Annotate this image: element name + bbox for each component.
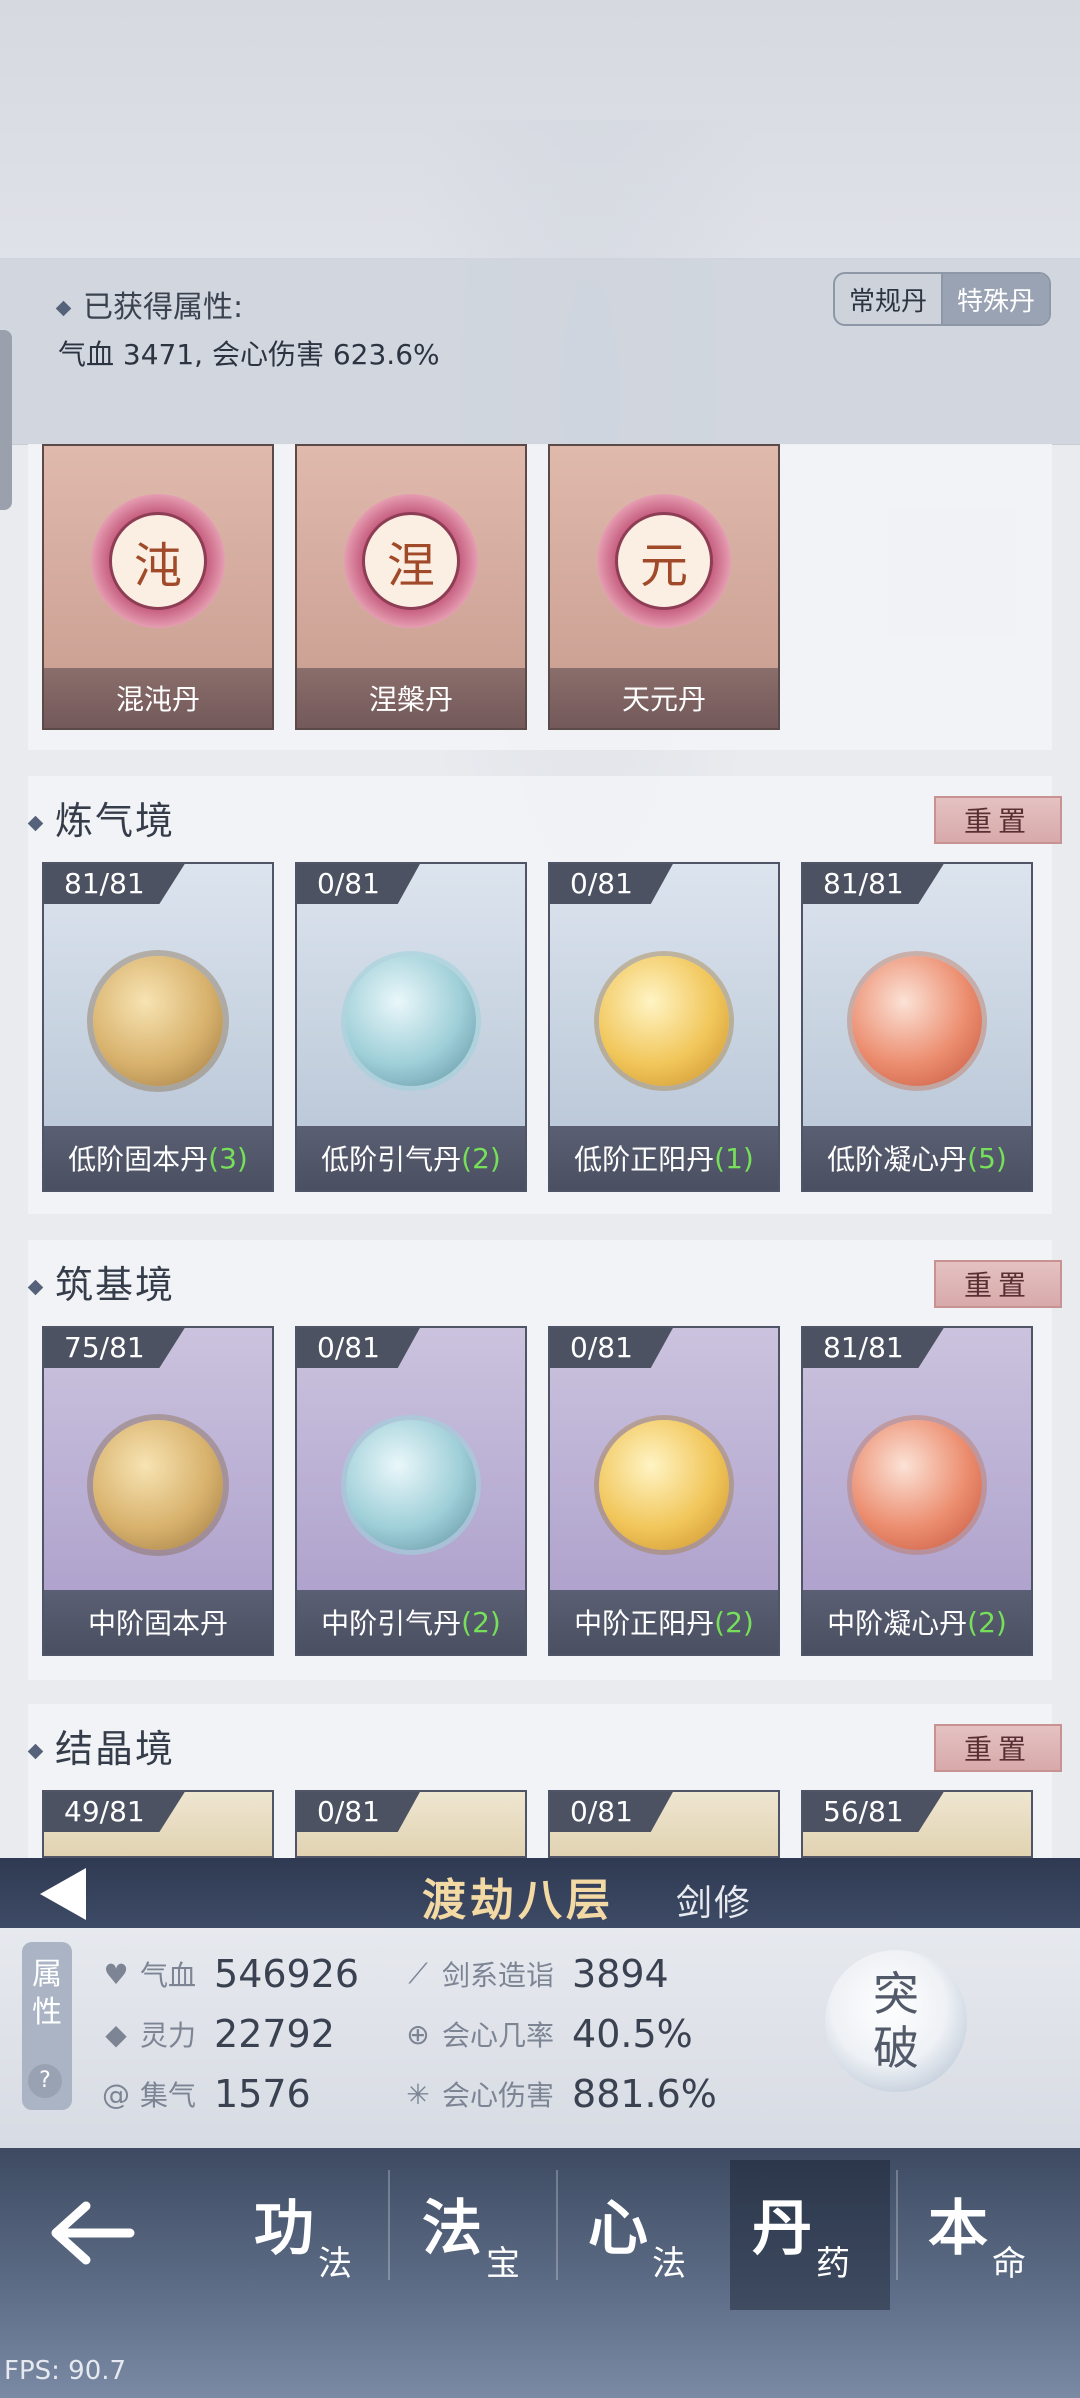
pill-card[interactable]: 56/81 <box>801 1790 1033 1858</box>
stat-crit-damage: ✳ 会心伤害 881.6% <box>400 2072 717 2116</box>
sword-icon: ⟋ <box>408 1957 428 1990</box>
diamond-icon <box>27 815 44 832</box>
yellow-pill-icon <box>599 956 729 1086</box>
pill-card[interactable]: 0/81 <box>548 1790 780 1858</box>
pill-name-row: 低阶凝心丹 (5) <box>803 1126 1031 1190</box>
pill-name-row: 中阶引气丹 (2) <box>297 1590 525 1654</box>
pill-card[interactable]: 0/81 低阶引气丹 (2) <box>295 862 527 1192</box>
yellow-pill-icon <box>599 1420 729 1550</box>
pill-count: 49/81 <box>44 1792 185 1832</box>
section-title: 结晶境 <box>27 1718 175 1773</box>
nav-divider <box>896 2170 898 2280</box>
nav-benming[interactable]: 本 命 <box>906 2160 1066 2310</box>
section-title: 筑基境 <box>27 1254 175 1309</box>
stat-sword-mastery: ⟋ 剑系造诣 3894 <box>400 1952 669 1996</box>
side-drawer-handle[interactable] <box>0 330 12 510</box>
swirl-icon: @ <box>102 2077 130 2111</box>
pill-count: 0/81 <box>550 1792 673 1832</box>
stat-crit-rate: ⊕ 会心几率 40.5% <box>400 2012 692 2056</box>
help-button[interactable]: ? <box>28 2064 62 2098</box>
pill-count: 81/81 <box>44 864 185 904</box>
pill-name: 混沌丹 <box>44 668 272 728</box>
pill-count: 81/81 <box>803 864 944 904</box>
gold-pill-icon <box>93 1420 223 1550</box>
niepan-seal-icon: 涅 <box>344 494 478 628</box>
pill-card[interactable]: 81/81 中阶凝心丹 (2) <box>801 1326 1033 1656</box>
obtained-attributes-values: 气血 3471, 会心伤害 623.6% <box>58 338 440 371</box>
burst-icon: ✳ <box>406 2077 430 2111</box>
pill-name-row: 低阶正阳丹 (1) <box>550 1126 778 1190</box>
pill-card[interactable]: 49/81 <box>42 1790 274 1858</box>
red-pill-icon <box>852 956 982 1086</box>
pill-card[interactable]: 0/81 <box>295 1790 527 1858</box>
stat-mana: ◆ 灵力 22792 <box>98 2012 335 2056</box>
reset-button[interactable]: 重置 <box>934 796 1062 844</box>
pill-name-row: 低阶固本丹 (3) <box>44 1126 272 1190</box>
cyan-pill-icon <box>346 956 476 1086</box>
pill-card[interactable]: 0/81 中阶正阳丹 (2) <box>548 1326 780 1656</box>
back-arrow-icon[interactable] <box>48 2198 138 2268</box>
nav-divider <box>556 2170 558 2280</box>
nav-gongfa[interactable]: 功 法 <box>232 2160 392 2310</box>
pill-card-tianyuan[interactable]: 元 天元丹 <box>548 444 780 730</box>
section-title: 炼气境 <box>27 790 175 845</box>
collapse-arrow-icon[interactable] <box>40 1868 86 1920</box>
pill-name: 涅槃丹 <box>297 668 525 728</box>
pill-card-niepan[interactable]: 涅 涅槃丹 <box>295 444 527 730</box>
crit-rate-icon: ⊕ <box>406 2017 430 2051</box>
stat-focus: @ 集气 1576 <box>98 2072 311 2116</box>
nav-danyao[interactable]: 丹 药 <box>730 2160 890 2310</box>
drop-icon: ◆ <box>105 2017 127 2051</box>
pill-card[interactable]: 0/81 低阶正阳丹 (1) <box>548 862 780 1192</box>
stat-hp: ♥ 气血 546926 <box>98 1952 359 1996</box>
pill-count: 0/81 <box>550 1328 673 1368</box>
pill-card-hundun[interactable]: 沌 混沌丹 <box>42 444 274 730</box>
breakthrough-button[interactable]: 突破 <box>825 1950 967 2092</box>
pill-count: 0/81 <box>297 864 420 904</box>
pill-name-row: 中阶固本丹 <box>44 1590 272 1654</box>
character-realm: 渡劫八层 <box>422 1875 614 1926</box>
pill-count: 75/81 <box>44 1328 185 1368</box>
tianyuan-seal-icon: 元 <box>597 494 731 628</box>
pill-count: 56/81 <box>803 1792 944 1832</box>
tab-special-pills[interactable]: 特殊丹 <box>943 274 1049 324</box>
reset-button[interactable]: 重置 <box>934 1724 1062 1772</box>
pill-type-switch: 常规丹 特殊丹 <box>833 272 1051 326</box>
diamond-icon <box>55 300 72 317</box>
diamond-icon <box>27 1279 44 1296</box>
pill-name-row: 低阶引气丹 (2) <box>297 1126 525 1190</box>
reset-button[interactable]: 重置 <box>934 1260 1062 1308</box>
fps-counter: FPS: 90.7 <box>4 2356 127 2386</box>
hundun-seal-icon: 沌 <box>91 494 225 628</box>
diamond-icon <box>27 1743 44 1760</box>
pill-count: 0/81 <box>297 1792 420 1832</box>
pill-card[interactable]: 0/81 中阶引气丹 (2) <box>295 1326 527 1656</box>
gold-pill-icon <box>93 956 223 1086</box>
nav-divider <box>388 2170 390 2280</box>
pill-card[interactable]: 75/81 中阶固本丹 <box>42 1326 274 1656</box>
cyan-pill-icon <box>346 1420 476 1550</box>
pill-card[interactable]: 81/81 低阶固本丹 (3) <box>42 862 274 1192</box>
pill-count: 0/81 <box>550 864 673 904</box>
character-class: 剑修 <box>676 1883 753 1924</box>
obtained-attributes-title: 已获得属性: <box>55 282 243 326</box>
pill-name: 天元丹 <box>550 668 778 728</box>
pill-name-row: 中阶正阳丹 (2) <box>550 1590 778 1654</box>
tab-regular-pills[interactable]: 常规丹 <box>835 274 941 324</box>
heart-icon: ♥ <box>103 1957 129 1991</box>
pill-count: 0/81 <box>297 1328 420 1368</box>
nav-xinfa[interactable]: 心 法 <box>566 2160 726 2310</box>
red-pill-icon <box>852 1420 982 1550</box>
nav-fabao[interactable]: 法 宝 <box>400 2160 560 2310</box>
pill-count: 81/81 <box>803 1328 944 1368</box>
pill-card[interactable]: 81/81 低阶凝心丹 (5) <box>801 862 1033 1192</box>
pill-name-row: 中阶凝心丹 (2) <box>803 1590 1031 1654</box>
